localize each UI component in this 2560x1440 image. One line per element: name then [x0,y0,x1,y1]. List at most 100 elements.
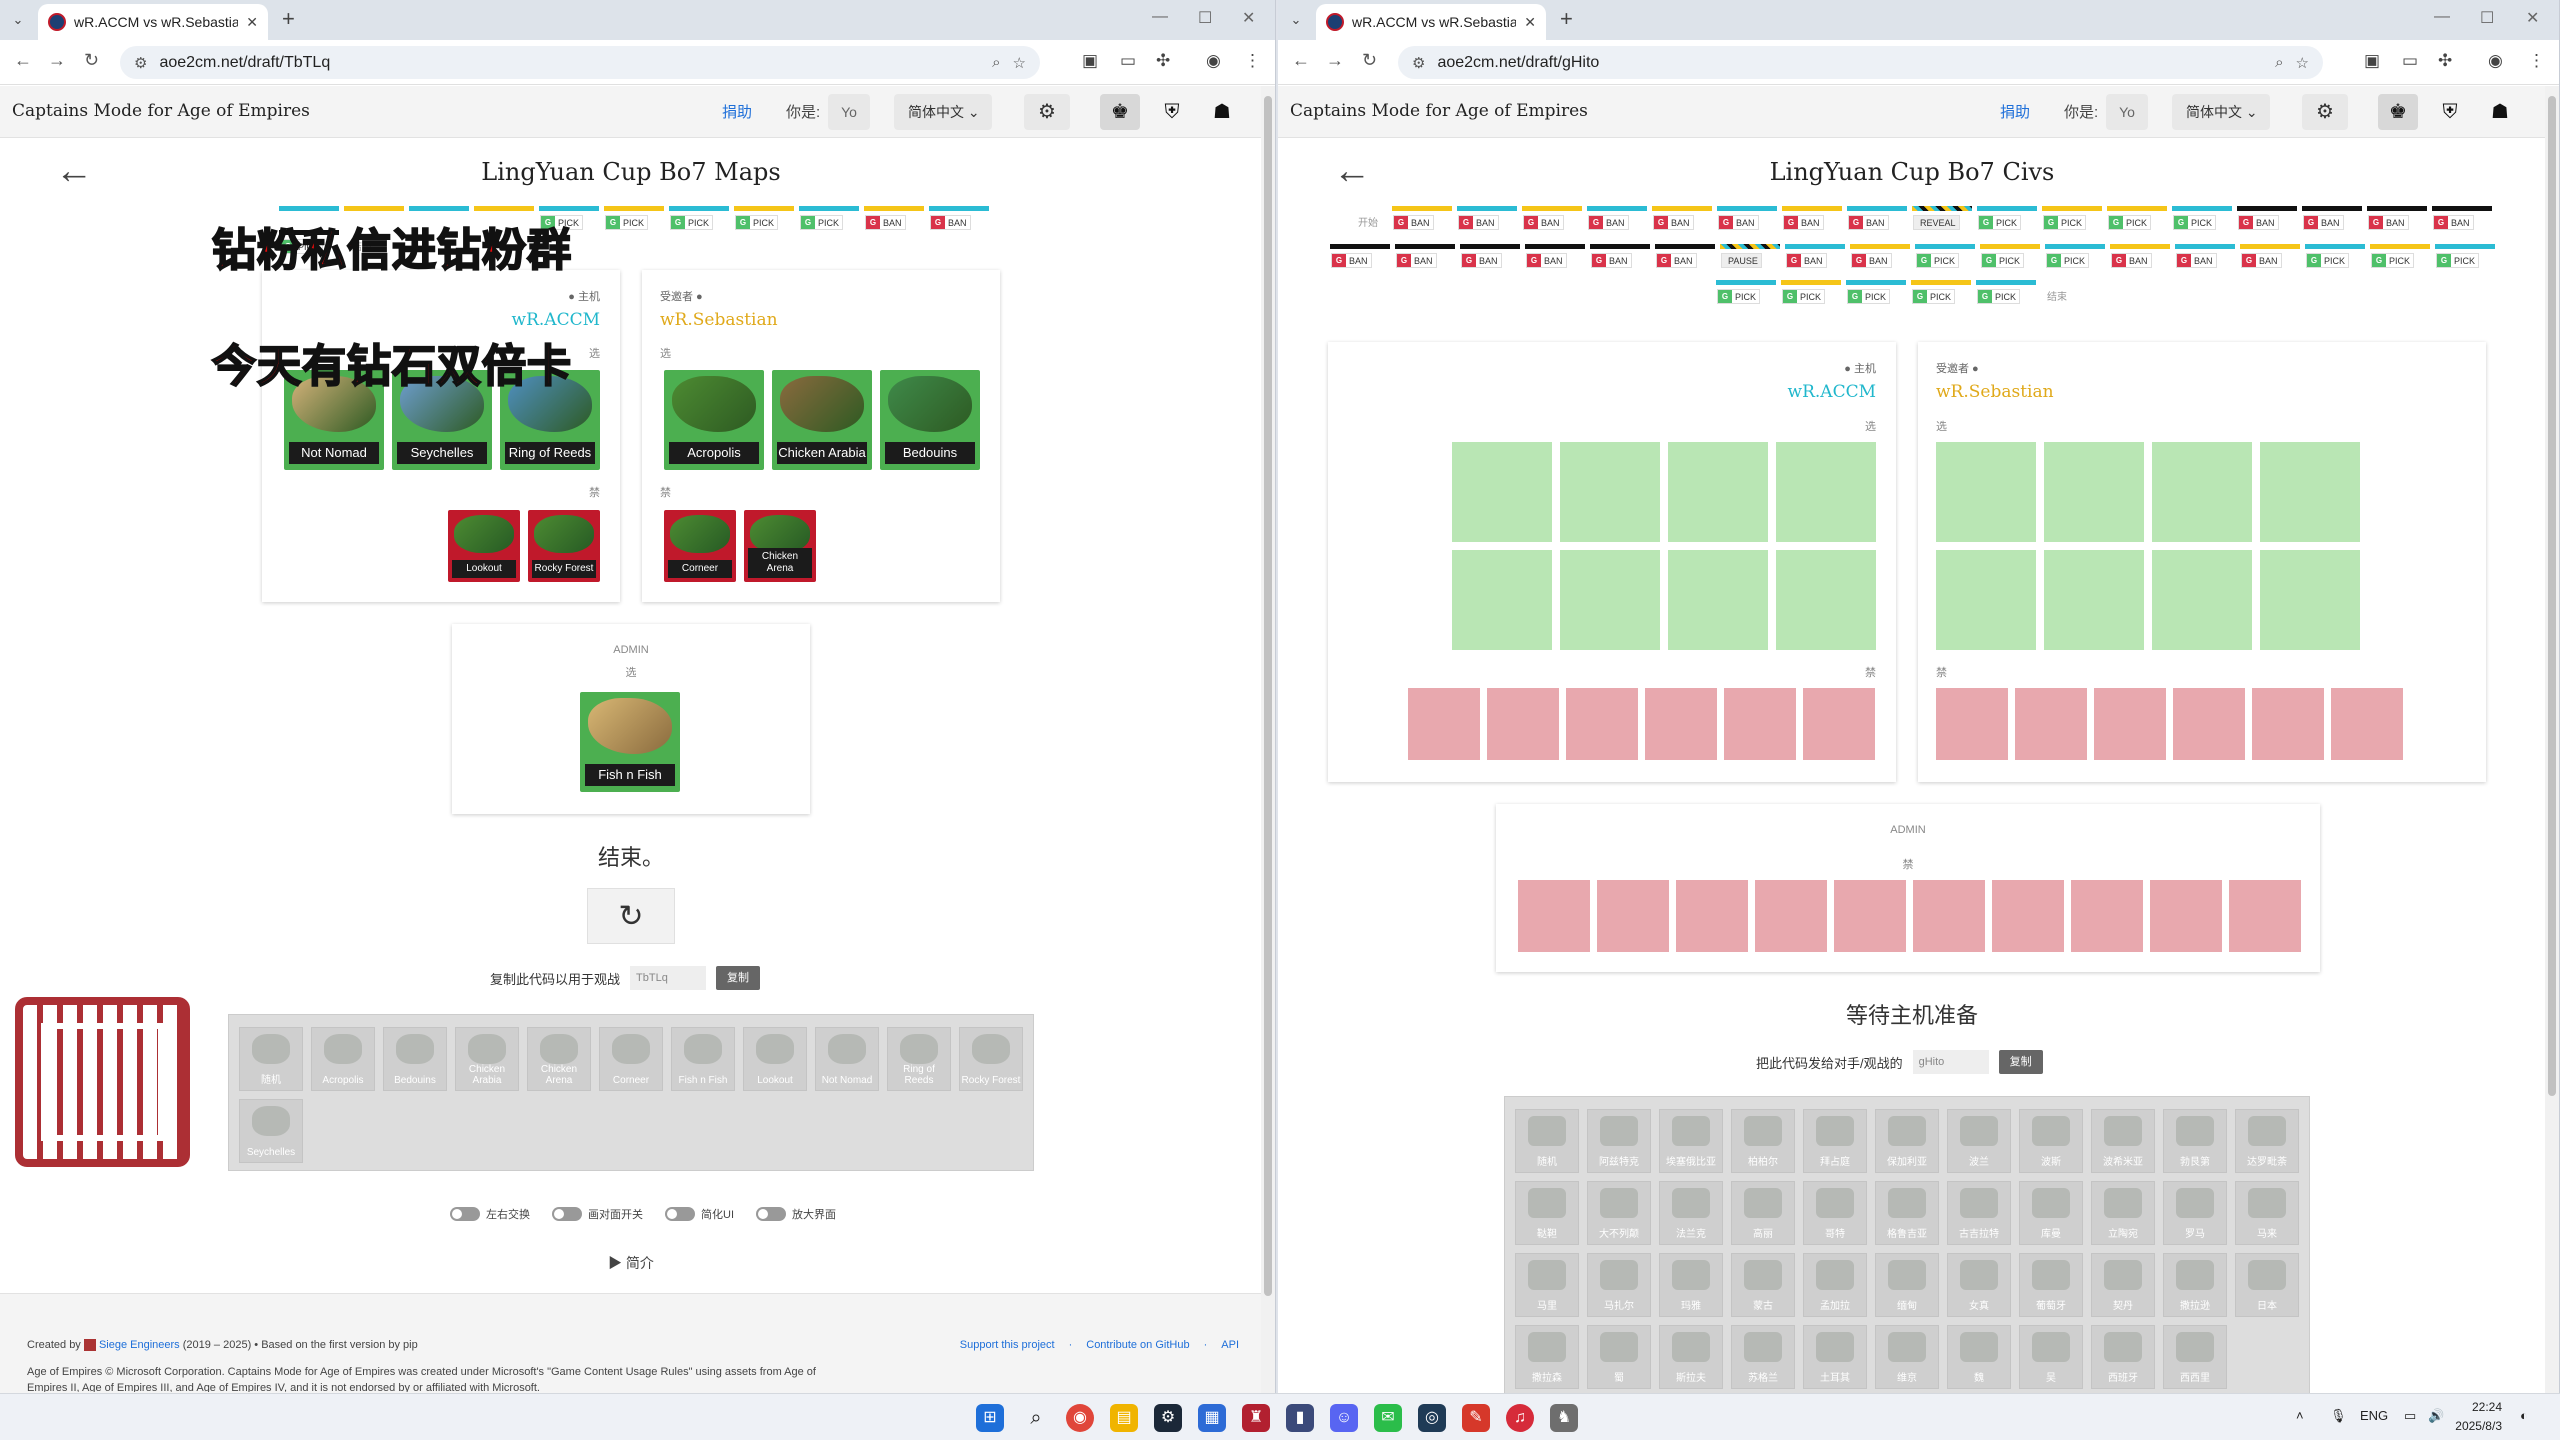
maximize-icon[interactable]: ☐ [1198,8,1212,28]
display-icon[interactable]: ▭ [2404,1408,2416,1424]
microphone-icon[interactable]: 🎙 [2330,1408,2347,1424]
maximize-icon[interactable]: ☐ [2480,8,2494,28]
civ-pool-item[interactable]: 土耳其 [1803,1325,1867,1389]
civ-pool-item[interactable]: 玛雅 [1659,1253,1723,1317]
civ-pool-item[interactable]: 吴 [2019,1325,2083,1389]
map-pool-item[interactable]: Lookout [743,1027,807,1091]
civ-pool-item[interactable]: 鞑靼 [1515,1181,1579,1245]
minimize-icon[interactable]: — [1152,8,1168,26]
spectator-icon[interactable]: ☗ [1202,94,1242,130]
input-language[interactable]: ENG [2360,1408,2388,1423]
bookmark-star-icon[interactable]: ☆ [1013,54,1026,72]
civ-pool-item[interactable]: 西班牙 [2091,1325,2155,1389]
civ-pool-item[interactable]: 拜占庭 [1803,1109,1867,1173]
omnibox[interactable]: ⚙ aoe2cm.net/draft/gHito ⌕ ☆ [1398,46,2323,79]
netease-music-icon[interactable]: ♫ [1506,1404,1534,1432]
forward-icon[interactable]: → [48,50,66,71]
civ-pool-item[interactable]: 波希米亚 [2091,1109,2155,1173]
civ-pool-item[interactable]: 法兰克 [1659,1181,1723,1245]
map-pool-item[interactable]: Seychelles [239,1099,303,1163]
chrome-icon[interactable]: ◉ [1066,1404,1094,1432]
civ-pool-item[interactable]: 魏 [1947,1325,2011,1389]
support-link[interactable]: Support this project [960,1339,1055,1351]
civ-pool-item[interactable]: 勃艮第 [2163,1109,2227,1173]
system-clock[interactable]: 22:24 2025/8/3 [2455,1398,2502,1436]
close-tab-icon[interactable]: ✕ [1524,14,1536,31]
map-pool-item[interactable]: Fish n Fish [671,1027,735,1091]
scrollbar-thumb[interactable] [1264,96,1272,1296]
app-icon-3[interactable]: ◎ [1418,1404,1446,1432]
search-icon[interactable]: ⌕ [1022,1404,1050,1432]
civ-pool-item[interactable]: 达罗毗荼 [2235,1109,2299,1173]
civ-pool-item[interactable]: 蜀 [1587,1325,1651,1389]
draft-code-field[interactable]: gHito [1912,1050,1989,1074]
tray-chevron-icon[interactable]: ˄ [2296,1408,2304,1423]
browser-menu-icon[interactable]: ⋮ [2528,51,2545,71]
civ-pool-item[interactable]: 波斯 [2019,1109,2083,1173]
discord-icon[interactable]: ☺ [1330,1404,1358,1432]
app-icon-4[interactable]: ✎ [1462,1404,1490,1432]
extensions-puzzle-icon[interactable]: ✣ [1156,51,1170,71]
bookmark-star-icon[interactable]: ☆ [2296,54,2309,72]
cast-icon[interactable]: ▭ [1120,51,1136,71]
civ-pool-item[interactable]: 罗马 [2163,1181,2227,1245]
language-select[interactable]: 简体中文 ⌄ [894,94,992,130]
siege-engineers-link[interactable]: Siege Engineers [99,1339,180,1351]
profile-icon[interactable]: ◉ [2488,51,2503,71]
app-icon[interactable]: ▦ [1198,1404,1226,1432]
copy-button[interactable]: 复制 [1998,1050,2043,1074]
you-are-field[interactable]: Yo [828,94,870,130]
zoom-icon[interactable]: ⌕ [992,54,1000,71]
civ-pool-item[interactable]: 斯拉夫 [1659,1325,1723,1389]
civ-pool-item[interactable]: 马扎尔 [1587,1253,1651,1317]
civ-pool-item[interactable]: 波兰 [1947,1109,2011,1173]
map-pool-item[interactable]: Chicken Arena [527,1027,591,1091]
copy-button[interactable]: 复制 [716,966,761,990]
extension-icon[interactable]: ▣ [2364,51,2380,71]
language-select[interactable]: 简体中文 ⌄ [2172,94,2270,130]
close-tab-icon[interactable]: ✕ [246,14,258,31]
civ-pool-item[interactable]: 古吉拉特 [1947,1181,2011,1245]
civ-pool-item[interactable]: 契丹 [2091,1253,2155,1317]
file-explorer-icon[interactable]: ▤ [1110,1404,1138,1432]
civ-pool-item[interactable]: 蒙古 [1731,1253,1795,1317]
site-info-icon[interactable]: ⚙ [1412,54,1425,72]
donate-link[interactable]: 捐助 [2000,101,2030,122]
extension-icon[interactable]: ▣ [1082,51,1098,71]
reload-icon[interactable]: ↻ [84,50,99,71]
forward-icon[interactable]: → [1326,50,1344,71]
url-text[interactable]: aoe2cm.net/draft/TbTLq [159,54,980,72]
app-icon-2[interactable]: ▮ [1286,1404,1314,1432]
tab-search-icon[interactable]: ⌄ [1286,10,1306,30]
toggle-option[interactable]: 画对面开关 [552,1206,643,1222]
map-pool-item[interactable]: Chicken Arabia [455,1027,519,1091]
civ-pool-item[interactable]: 苏格兰 [1731,1325,1795,1389]
toggle-option[interactable]: 左右交换 [450,1206,530,1222]
close-window-icon[interactable]: ✕ [1242,8,1255,28]
civ-pool-item[interactable]: 缅甸 [1875,1253,1939,1317]
extensions-puzzle-icon[interactable]: ✣ [2438,51,2452,71]
map-pool-item[interactable]: Rocky Forest [959,1027,1023,1091]
back-icon[interactable]: ← [1292,50,1310,71]
page-scrollbar[interactable] [1261,86,1275,1393]
civ-pool-item[interactable]: 库曼 [2019,1181,2083,1245]
guest-shield-icon[interactable]: ⛨ [1152,94,1192,130]
guest-shield-icon[interactable]: ⛨ [2430,94,2470,130]
omnibox[interactable]: ⚙ aoe2cm.net/draft/TbTLq ⌕ ☆ [120,46,1040,79]
you-are-field[interactable]: Yo [2106,94,2148,130]
civ-pool-item[interactable]: 保加利亚 [1875,1109,1939,1173]
toggle-switch[interactable] [450,1207,480,1221]
toggle-option[interactable]: 放大界面 [756,1206,836,1222]
restart-button[interactable]: ↻ [587,888,675,944]
github-link[interactable]: Contribute on GitHub [1086,1339,1189,1351]
map-pool-item[interactable]: Acropolis [311,1027,375,1091]
civ-pool-item[interactable]: 哥特 [1803,1181,1867,1245]
toggle-switch[interactable] [552,1207,582,1221]
close-window-icon[interactable]: ✕ [2526,8,2539,28]
toggle-switch[interactable] [756,1207,786,1221]
donate-link[interactable]: 捐助 [722,101,752,122]
start-button-icon[interactable]: ⊞ [976,1404,1004,1432]
civ-pool-item[interactable]: 撒拉森 [1515,1325,1579,1389]
back-icon[interactable]: ← [14,50,32,71]
minimize-icon[interactable]: — [2434,8,2450,26]
